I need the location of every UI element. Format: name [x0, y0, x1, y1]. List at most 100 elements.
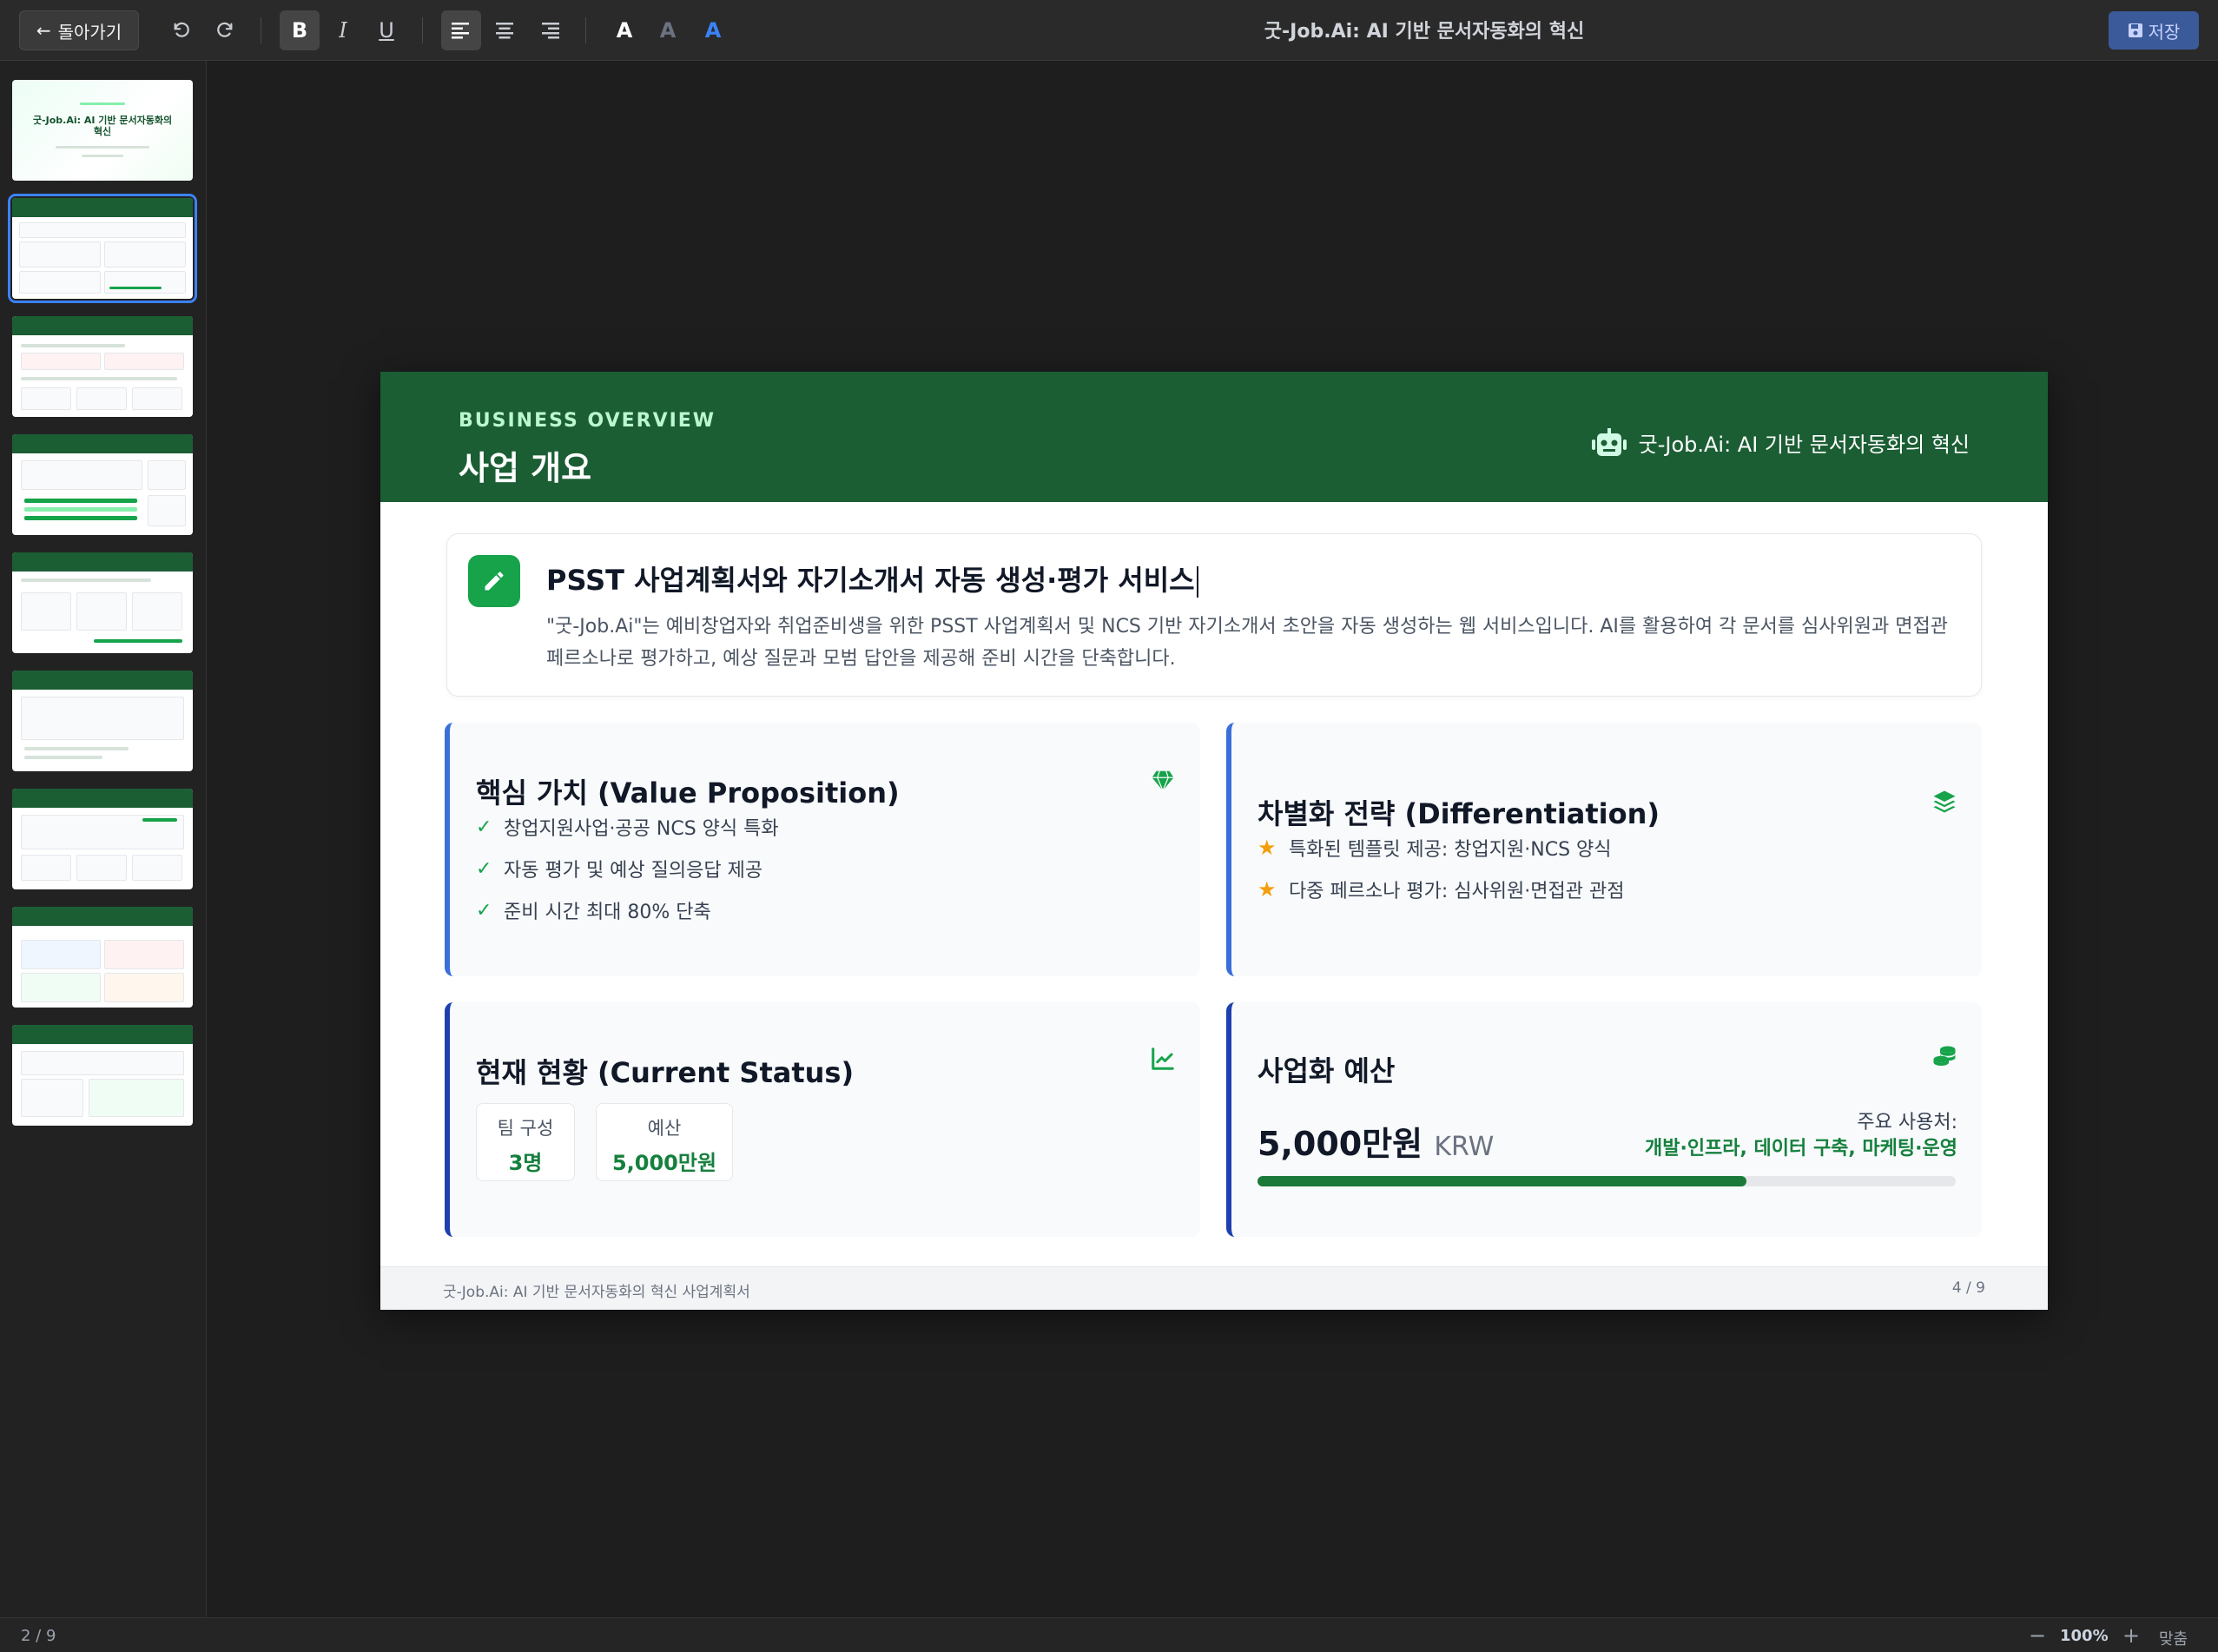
text-color-white-button[interactable]: A: [604, 10, 644, 50]
slide-thumbnail-7[interactable]: [12, 789, 193, 889]
italic-button[interactable]: I: [323, 10, 363, 50]
back-button-label: 돌아가기: [57, 21, 122, 43]
budget-card-title[interactable]: 사업화 예산: [1258, 1049, 1395, 1089]
budget-progress-bar: [1258, 1176, 1956, 1186]
intro-description[interactable]: "굿-Job.Ai"는 예비창업자와 취업준비생을 위한 PSST 사업계획서 …: [546, 611, 1953, 675]
list-item-text[interactable]: 다중 페르소나 평가: 심사위원·면접관 관점: [1289, 876, 1624, 903]
slide-thumbnail-6[interactable]: [12, 671, 193, 771]
document-title: 굿-Job.Ai: AI 기반 문서자동화의 혁신: [1264, 21, 1585, 43]
text-color-gray-icon: A: [659, 18, 677, 43]
italic-icon: I: [339, 18, 347, 43]
slide-thumbnail-4[interactable]: [12, 434, 193, 535]
arrow-left-icon: ←: [36, 20, 51, 41]
zoom-out-button[interactable]: −: [2029, 1623, 2046, 1648]
differentiation-list: ★ 특화된 템플릿 제공: 창업지원·NCS 양식 ★ 다중 페르소나 평가: 심사…: [1258, 827, 1624, 910]
zoom-in-button[interactable]: +: [2122, 1623, 2140, 1648]
team-stat-value[interactable]: 3명: [477, 1146, 574, 1176]
layers-icon: [1933, 790, 1956, 813]
slide-header: BUSINESS OVERVIEW 사업 개요 굿-Job.Ai: AI 기반 …: [380, 372, 2048, 502]
coins-icon: [1933, 1046, 1956, 1066]
text-color-white-icon: A: [616, 18, 633, 43]
fit-to-window-button[interactable]: 맞춤: [2159, 1627, 2188, 1649]
zoom-level: 100%: [2060, 1627, 2109, 1645]
text-color-blue-button[interactable]: A: [693, 10, 733, 50]
slide-canvas[interactable]: BUSINESS OVERVIEW 사업 개요 굿-Job.Ai: AI 기반 …: [380, 372, 2048, 1310]
slide-thumbnail-3[interactable]: [12, 316, 193, 417]
align-right-button[interactable]: [530, 10, 570, 50]
budget-progress-fill: [1258, 1176, 1746, 1186]
budget-stat: 예산 5,000만원: [596, 1103, 733, 1181]
list-item: ★ 특화된 템플릿 제공: 창업지원·NCS 양식: [1258, 827, 1624, 869]
check-icon: ✓: [476, 816, 492, 838]
align-center-icon: [496, 23, 513, 39]
list-item: ✓ 자동 평가 및 예상 질의응답 제공: [476, 848, 779, 889]
commercialization-budget-card[interactable]: 사업화 예산 5,000만원 KRW 주요 사용처: 개발·인프라, 데이터 구…: [1226, 1002, 1982, 1237]
slide-thumbnail-8[interactable]: [12, 907, 193, 1008]
undo-button[interactable]: [162, 10, 201, 50]
redo-icon: [217, 22, 233, 37]
align-right-icon: [542, 23, 559, 39]
slide-thumbnail-5[interactable]: [12, 552, 193, 653]
star-icon: ★: [1258, 836, 1277, 860]
save-button-label: 저장: [2148, 21, 2181, 43]
intro-title-text: PSST 사업계획서와 자기소개서 자동 생성·평가 서비스: [546, 564, 1195, 597]
slide-footer: 굿-Job.Ai: AI 기반 문서자동화의 혁신 사업계획서 4 / 9: [380, 1266, 2048, 1310]
text-color-blue-icon: A: [704, 18, 722, 43]
slide-brand[interactable]: 굿-Job.Ai: AI 기반 문서자동화의 혁신: [1591, 427, 1970, 458]
slide-thumbnail-9[interactable]: [12, 1025, 193, 1126]
toolbar-divider: [585, 17, 586, 43]
slide-eyebrow[interactable]: BUSINESS OVERVIEW: [459, 410, 716, 432]
underline-icon: U: [379, 18, 394, 43]
robot-icon: [1591, 427, 1627, 456]
intro-title[interactable]: PSST 사업계획서와 자기소개서 자동 생성·평가 서비스: [546, 558, 1198, 598]
current-status-title[interactable]: 현재 현황 (Current Status): [476, 1051, 854, 1091]
underline-button[interactable]: U: [366, 10, 406, 50]
gem-icon: [1152, 770, 1174, 792]
slide-thumbnail-2[interactable]: [8, 194, 197, 303]
list-item-text[interactable]: 창업지원사업·공공 NCS 양식 특화: [504, 813, 779, 841]
check-icon: ✓: [476, 857, 492, 880]
slide-brand-text: 굿-Job.Ai: AI 기반 문서자동화의 혁신: [1638, 433, 1970, 457]
differentiation-card[interactable]: 차별화 전략 (Differentiation) ★ 특화된 템플릿 제공: 창업…: [1226, 723, 1982, 976]
page-indicator: 2 / 9: [21, 1627, 56, 1645]
thumbnail-cover-title: 굿-Job.Ai: AI 기반 문서자동화의 혁신: [32, 115, 173, 137]
bold-button[interactable]: B: [280, 10, 320, 50]
slide-thumbnail-1[interactable]: 굿-Job.Ai: AI 기반 문서자동화의 혁신: [12, 80, 193, 181]
budget-unit[interactable]: KRW: [1434, 1132, 1494, 1162]
budget-stat-value[interactable]: 5,000만원: [597, 1146, 732, 1176]
align-center-button[interactable]: [485, 10, 525, 50]
status-bar: 2 / 9 − 100% + 맞춤: [0, 1617, 2218, 1652]
footer-page-number[interactable]: 4 / 9: [1952, 1279, 1985, 1297]
usage-value[interactable]: 개발·인프라, 데이터 구축, 마케팅·운영: [1645, 1133, 1957, 1160]
budget-stat-label[interactable]: 예산: [597, 1114, 732, 1140]
slide-thumbnail-panel: 굿-Job.Ai: AI 기반 문서자동화의 혁신: [0, 61, 207, 1617]
budget-amount[interactable]: 5,000만원: [1258, 1125, 1423, 1163]
list-item-text[interactable]: 자동 평가 및 예상 질의응답 제공: [504, 855, 762, 882]
intro-box: PSST 사업계획서와 자기소개서 자동 생성·평가 서비스 "굿-Job.Ai…: [446, 533, 1982, 697]
list-item: ✓ 창업지원사업·공공 NCS 양식 특화: [476, 806, 779, 848]
toolbar-divider: [422, 17, 423, 43]
redo-button[interactable]: [205, 10, 245, 50]
current-status-card[interactable]: 현재 현황 (Current Status) 팀 구성 3명 예산 5,000만…: [445, 1002, 1200, 1237]
save-icon: [2128, 23, 2142, 37]
text-color-gray-button[interactable]: A: [648, 10, 688, 50]
text-cursor: [1196, 566, 1198, 598]
list-item-text[interactable]: 특화된 템플릿 제공: 창업지원·NCS 양식: [1289, 834, 1612, 862]
list-item: ✓ 준비 시간 최대 80% 단축: [476, 889, 779, 931]
align-left-icon: [452, 23, 469, 39]
align-left-button[interactable]: [441, 10, 481, 50]
undo-icon: [174, 22, 189, 37]
list-item-text[interactable]: 준비 시간 최대 80% 단축: [504, 896, 711, 924]
team-stat-label[interactable]: 팀 구성: [477, 1114, 574, 1140]
save-button[interactable]: 저장: [2109, 11, 2199, 50]
value-proposition-list: ✓ 창업지원사업·공공 NCS 양식 특화 ✓ 자동 평가 및 예상 질의응답 제공…: [476, 806, 779, 931]
value-proposition-card[interactable]: 핵심 가치 (Value Proposition) ✓ 창업지원사업·공공 NCS…: [445, 723, 1200, 976]
usage-label[interactable]: 주요 사용처:: [1857, 1107, 1957, 1134]
bold-icon: B: [291, 18, 308, 43]
top-toolbar: ← 돌아가기 B I U A A A 굿-Job.Ai: AI 기반 문서자동화…: [0, 0, 2218, 61]
back-button[interactable]: ← 돌아가기: [19, 10, 139, 50]
slide-title[interactable]: 사업 개요: [459, 441, 591, 489]
footer-doc-name[interactable]: 굿-Job.Ai: AI 기반 문서자동화의 혁신 사업계획서: [443, 1279, 750, 1301]
check-icon: ✓: [476, 899, 492, 922]
team-stat: 팀 구성 3명: [476, 1103, 575, 1181]
